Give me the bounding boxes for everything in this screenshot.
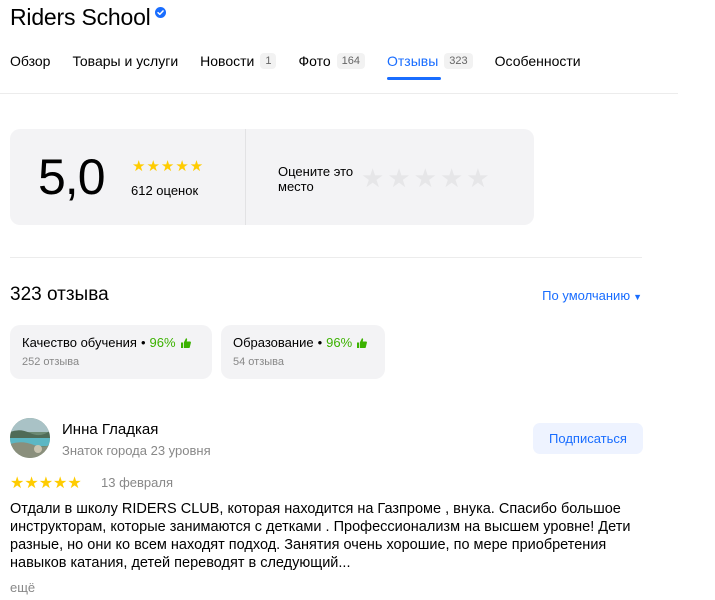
sort-label: По умолчанию: [542, 288, 631, 303]
rating-score-panel: 5,0 ★★★★★ 612 оценок: [10, 129, 246, 225]
review-author-name[interactable]: Инна Гладкая: [62, 421, 158, 438]
tab-count-badge: 164: [336, 53, 365, 69]
tab-label: Отзывы: [387, 53, 439, 69]
rating-count: 612 оценок: [131, 183, 199, 198]
section-divider: [10, 257, 642, 258]
aspect-review-count: 252 отзыва: [22, 356, 80, 368]
rating-stars: ★★★★★: [132, 158, 205, 175]
avatar[interactable]: [10, 418, 50, 458]
tab-reviews[interactable]: Отзывы 323: [387, 50, 473, 80]
tab-count-badge: 1: [260, 53, 277, 69]
tab-products-services[interactable]: Товары и услуги: [72, 50, 178, 72]
aspect-chip-education[interactable]: Образование • 96% 54 отзыва: [221, 325, 385, 379]
avatar-photo: [10, 418, 50, 458]
tab-label: Товары и услуги: [72, 53, 179, 69]
rating-score: 5,0: [38, 149, 106, 205]
tab-bar: Обзор Товары и услуги Новости 1 Фото 164…: [10, 50, 603, 80]
aspect-chip-header: Образование • 96%: [233, 335, 373, 350]
review-more-link[interactable]: ещё: [10, 580, 35, 595]
tab-overview[interactable]: Обзор: [10, 50, 50, 72]
reviews-count-title: 323 отзыва: [10, 284, 109, 305]
aspect-name: Качество обучения: [22, 335, 137, 350]
thumbs-up-icon: [357, 337, 368, 348]
page-title: Riders School: [10, 4, 151, 30]
review-rating-stars: ★★★★★: [10, 475, 82, 492]
caret-down-icon: ▼: [633, 292, 642, 302]
aspect-chip-teaching-quality[interactable]: Качество обучения • 96% 252 отзыва: [10, 325, 212, 379]
aspect-percent: 96%: [149, 335, 176, 350]
verified-check-icon: [154, 7, 166, 18]
tab-count-badge: 323: [444, 53, 473, 69]
rate-star-1[interactable]: ★: [361, 165, 384, 191]
review-text: Отдали в школу RIDERS CLUB, которая нахо…: [10, 501, 631, 571]
review-date: 13 февраля: [101, 475, 173, 490]
rate-prompt: Оцените это место: [278, 164, 354, 194]
rate-star-5[interactable]: ★: [466, 165, 489, 191]
rate-place-panel: Оцените это место ★ ★ ★ ★ ★: [246, 129, 534, 225]
rate-star-2[interactable]: ★: [387, 165, 410, 191]
rating-summary-card: 5,0 ★★★★★ 612 оценок Оцените это место ★…: [10, 129, 534, 225]
tab-features[interactable]: Особенности: [495, 50, 581, 72]
aspect-chip-header: Качество обучения • 96%: [22, 335, 200, 350]
tab-label: Фото: [298, 53, 331, 69]
aspect-review-count: 54 отзыва: [233, 356, 284, 368]
rate-star-4[interactable]: ★: [440, 165, 463, 191]
rate-star-3[interactable]: ★: [414, 165, 437, 191]
aspect-name: Образование: [233, 335, 314, 350]
aspect-separator: •: [140, 335, 146, 350]
subscribe-button[interactable]: Подписаться: [533, 423, 643, 454]
thumbs-up-icon: [180, 337, 191, 348]
header-divider: [0, 93, 678, 94]
rate-stars-input: ★ ★ ★ ★ ★: [361, 165, 493, 191]
review-author-level: Знаток города 23 уровня: [62, 443, 211, 458]
page-header: Riders School: [10, 4, 166, 31]
aspect-percent: 96%: [326, 335, 353, 350]
tab-label: Обзор: [10, 53, 51, 69]
tab-label: Новости: [200, 53, 255, 69]
tab-photos[interactable]: Фото 164: [298, 50, 365, 72]
sort-dropdown[interactable]: По умолчанию ▼: [542, 288, 642, 303]
aspect-separator: •: [317, 335, 323, 350]
tab-label: Особенности: [494, 53, 581, 69]
tab-news[interactable]: Новости 1: [200, 50, 277, 72]
